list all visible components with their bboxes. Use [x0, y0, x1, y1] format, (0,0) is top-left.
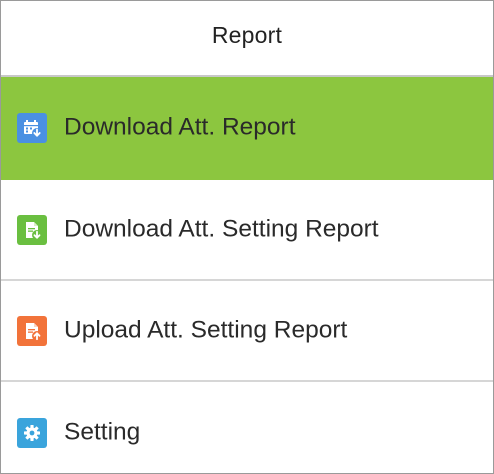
menu-item-setting[interactable]: Setting — [1, 382, 493, 473]
report-screen: Report Download Att. Report Download Att… — [0, 0, 494, 474]
document-upload-icon — [17, 315, 47, 346]
calendar-download-icon — [17, 112, 47, 143]
header-bar: Report — [1, 1, 493, 77]
menu-item-upload-att-setting-report[interactable]: Upload Att. Setting Report — [1, 281, 493, 382]
report-menu: Download Att. Report Download Att. Setti… — [1, 77, 493, 473]
page-title: Report — [211, 21, 283, 48]
gear-icon — [17, 417, 47, 448]
menu-item-download-att-report[interactable]: Download Att. Report — [1, 77, 493, 180]
menu-item-label: Download Att. Setting Report — [64, 214, 379, 242]
menu-item-download-att-setting-report[interactable]: Download Att. Setting Report — [1, 180, 493, 281]
document-download-icon — [17, 214, 47, 245]
menu-item-label: Upload Att. Setting Report — [64, 315, 348, 343]
menu-item-label: Download Att. Report — [64, 112, 296, 140]
menu-item-label: Setting — [64, 417, 141, 445]
